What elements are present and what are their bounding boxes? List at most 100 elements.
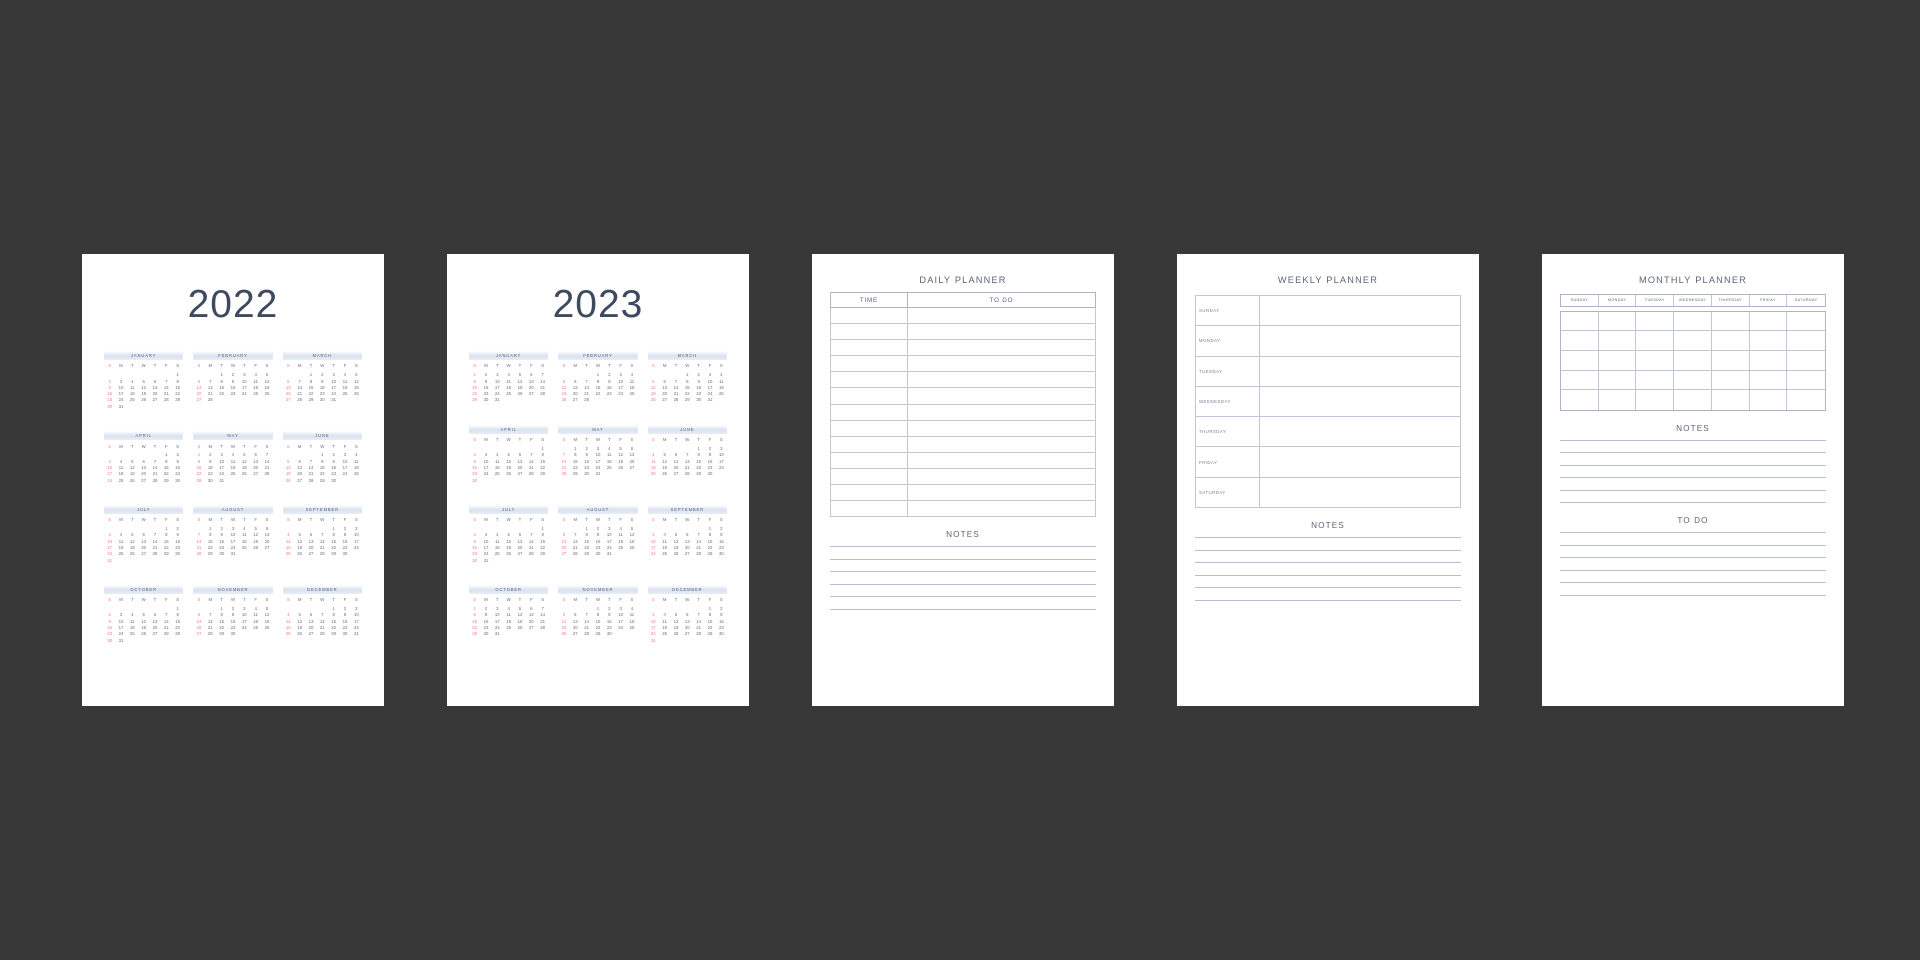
time-cell[interactable]	[830, 387, 908, 405]
calendar-day-cell[interactable]: 28	[294, 397, 305, 403]
monthly-day-cell[interactable]	[1561, 350, 1599, 371]
calendar-day-cell[interactable]: 31	[328, 397, 339, 403]
calendar-day-cell[interactable]: 26	[558, 397, 569, 403]
month-block[interactable]: MAY S M T W T F S 1 2 3 4 5 6 7 8 9 10 11 12 13 14 15 16 17 18 19 2…	[193, 431, 273, 484]
calendar-day-cell[interactable]: 29	[682, 397, 693, 403]
monthly-day-cell[interactable]	[1711, 331, 1750, 351]
calendar-day-cell[interactable]: 28	[670, 397, 681, 403]
ruled-line[interactable]	[1560, 464, 1826, 466]
weekday-entry-area[interactable]	[1258, 294, 1462, 327]
calendar-day-cell[interactable]: 26	[648, 397, 659, 403]
calendar-day-cell[interactable]: 27	[670, 471, 681, 477]
weekday-entry-area[interactable]	[1258, 355, 1462, 387]
ruled-line[interactable]	[1560, 502, 1826, 504]
calendar-day-cell[interactable]: 29	[216, 631, 227, 637]
calendar-day-cell[interactable]: 31	[115, 404, 126, 410]
calendar-day-cell[interactable]: 28	[693, 551, 704, 557]
table-row[interactable]	[830, 339, 1097, 357]
daily-table-body[interactable]	[830, 306, 1097, 518]
weekly-day-row[interactable]: FRIDAY	[1195, 446, 1462, 478]
todo-cell[interactable]	[906, 500, 1097, 518]
monthly-day-cell[interactable]	[1674, 331, 1712, 351]
monthly-day-cell[interactable]	[1674, 350, 1712, 371]
calendar-day-cell[interactable]: 27	[283, 397, 294, 403]
month-block[interactable]: JUNE S M T W T F S 1 2 3 4 5 6 7 8 9 10 11 12 13 14 15 16 17 18 19…	[647, 424, 727, 484]
calendar-day-cell[interactable]: 28	[205, 397, 216, 403]
calendar-day-cell[interactable]: 28	[193, 551, 204, 557]
daily-notes-lines[interactable]	[812, 546, 1114, 610]
month-block[interactable]: JUNE S M T W T F S 1 2 3 4 5 6 7 8 9 10 11 12 13 14 15 16 17 18 19…	[282, 431, 362, 484]
month-block[interactable]: APRIL S M T W T F S 1 2 3 4 5 6 7 8 9 10 11 12 13 14 15 16 17 18 1…	[469, 424, 549, 484]
calendar-day-cell[interactable]: 27	[305, 631, 316, 637]
ruled-line[interactable]	[830, 546, 1096, 548]
calendar-day-cell[interactable]: 25	[659, 551, 670, 557]
calendar-day-cell[interactable]: 28	[682, 471, 693, 477]
calendar-day-cell[interactable]: 30	[339, 631, 350, 637]
calendar-day-cell[interactable]: 30	[317, 397, 328, 403]
monthly-day-cell[interactable]	[1749, 311, 1788, 332]
calendar-day-cell[interactable]: 27	[138, 478, 149, 484]
calendar-day-cell[interactable]: 24	[104, 478, 115, 484]
monthly-todo-lines[interactable]	[1542, 532, 1844, 596]
ruled-line[interactable]	[1195, 562, 1461, 564]
time-cell[interactable]	[830, 371, 908, 389]
month-block[interactable]: JANUARY S M T W T F S 1 2 3 4 5 6 7 8 9 10 11 12 13 14 15 16 17 1…	[104, 351, 184, 410]
calendar-day-cell[interactable]: 25	[648, 471, 659, 477]
calendar-day-cell[interactable]: 26	[659, 471, 670, 477]
monthly-day-cell[interactable]	[1561, 390, 1599, 410]
calendar-day-cell[interactable]: 29	[693, 471, 704, 477]
page-year-2023[interactable]: 2023 JANUARY S M T W T F S 1 2 3 4 5 6 7 8 9 10 11 12 13 14 15…	[447, 254, 749, 706]
month-block[interactable]: JANUARY S M T W T F S 1 2 3 4 5 6 7 8 9 10 11 12 13 14 15 16 17 1…	[469, 351, 549, 404]
monthly-day-cell[interactable]	[1787, 312, 1825, 332]
calendar-day-cell[interactable]: 30	[227, 631, 238, 637]
weekday-entry-area[interactable]	[1258, 325, 1462, 357]
ruled-line[interactable]	[1195, 549, 1461, 551]
table-row[interactable]	[830, 435, 1097, 453]
time-cell[interactable]	[830, 435, 908, 453]
todo-cell[interactable]	[906, 403, 1097, 421]
calendar-day-cell[interactable]: 31	[227, 551, 238, 557]
table-row[interactable]	[830, 355, 1097, 373]
monthly-day-cell[interactable]	[1598, 350, 1637, 371]
weekly-day-row[interactable]: SATURDAY	[1195, 476, 1462, 509]
todo-cell[interactable]	[906, 323, 1097, 341]
table-row[interactable]	[830, 467, 1097, 486]
calendar-day-cell[interactable]: 27	[570, 397, 581, 403]
calendar-day-cell[interactable]: 27	[558, 551, 569, 557]
calendar-day-cell[interactable]: 31	[704, 397, 715, 403]
calendar-day-cell[interactable]: 29	[469, 631, 480, 637]
monthly-day-cell[interactable]	[1749, 331, 1788, 351]
weekday-entry-area[interactable]	[1258, 385, 1462, 418]
time-cell[interactable]	[830, 500, 908, 518]
monthly-day-cell[interactable]	[1636, 311, 1675, 332]
ruled-line[interactable]	[1195, 537, 1461, 539]
table-row[interactable]	[830, 403, 1097, 421]
calendar-day-cell[interactable]: 31	[480, 558, 491, 564]
todo-cell[interactable]	[906, 387, 1097, 405]
monthly-day-cell[interactable]	[1598, 331, 1637, 351]
monthly-day-cell[interactable]	[1561, 311, 1599, 332]
monthly-day-cell[interactable]	[1787, 390, 1825, 410]
calendar-day-cell[interactable]: 31	[648, 638, 659, 644]
ruled-line[interactable]	[1560, 569, 1826, 571]
ruled-line[interactable]	[830, 596, 1096, 598]
weekly-day-row[interactable]: TUESDAY	[1195, 355, 1462, 387]
table-row[interactable]	[830, 387, 1097, 405]
month-block[interactable]: FEBRUARY S M T W T F S 1 2 3 4 5 6 7 8 9 10 11 12 13 14 15 16 17…	[558, 351, 638, 404]
calendar-day-cell[interactable]: 28	[570, 551, 581, 557]
calendar-day-cell[interactable]: 30	[581, 471, 592, 477]
monthly-day-cell[interactable]	[1598, 311, 1637, 332]
calendar-day-cell[interactable]: 25	[283, 551, 294, 557]
month-block[interactable]: JULY S M T W T F S 1 2 3 4 5 6 7 8 9 10 11 12 13 14 15 16 17 18 19…	[104, 504, 184, 564]
calendar-day-cell[interactable]: 30	[104, 638, 115, 644]
calendar-day-cell[interactable]: 30	[216, 551, 227, 557]
table-row[interactable]	[830, 371, 1097, 389]
monthly-day-cell[interactable]	[1749, 350, 1788, 371]
calendar-day-cell[interactable]: 27	[193, 397, 204, 403]
month-block[interactable]: AUGUST S M T W T F S 1 2 3 4 5 6 7 8 9 10 11 12 13 14 15 16 17 18…	[193, 504, 273, 564]
calendar-day-cell[interactable]: 29	[704, 551, 715, 557]
calendar-day-cell[interactable]: 28	[581, 397, 592, 403]
calendar-day-cell[interactable]: 28	[558, 471, 569, 477]
calendar-day-cell[interactable]: 27	[682, 551, 693, 557]
ruled-line[interactable]	[1560, 557, 1826, 559]
